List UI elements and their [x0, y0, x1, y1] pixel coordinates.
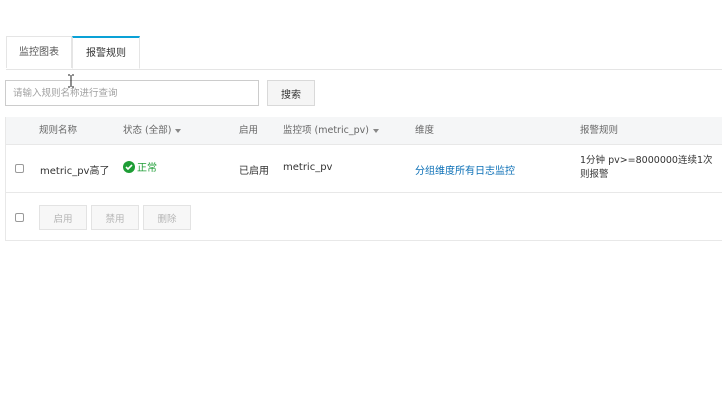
- table-footer: 启用 禁用 删除: [6, 194, 722, 240]
- disable-button[interactable]: 禁用: [91, 205, 139, 230]
- metric-cell: metric_pv: [283, 162, 333, 173]
- header-status-label: 状态 (全部): [123, 125, 172, 136]
- check-circle-icon: [123, 160, 135, 173]
- tab-alert-rules[interactable]: 报警规则: [72, 36, 140, 69]
- chevron-down-icon: [372, 128, 379, 133]
- header-dimension: 维度: [415, 125, 435, 136]
- tab-monitor-charts[interactable]: 监控图表: [6, 36, 72, 68]
- table-row: metric_pv高了 正常 已启用 metric_pv 分组维度所有日志监控 …: [6, 145, 722, 193]
- table-header: 规则名称 状态 (全部) 启用 监控项 (metric_pv) 维度 报警规则: [6, 117, 722, 145]
- tab-bar: 监控图表 报警规则: [6, 36, 722, 70]
- header-enabled: 启用: [239, 125, 259, 136]
- alert-rules-page: 监控图表 报警规则 搜索 规则名称 状态 (全部) 启用 监控项 (metric…: [0, 0, 722, 398]
- status-text: 正常: [137, 163, 157, 174]
- search-button[interactable]: 搜索: [267, 80, 315, 106]
- header-rule-name: 规则名称: [39, 125, 78, 136]
- delete-button[interactable]: 删除: [143, 205, 191, 230]
- row-checkbox[interactable]: [15, 164, 24, 173]
- search-input[interactable]: [5, 80, 259, 106]
- alert-rule-cell: 1分钟 pv>=8000000连续1次 则报警: [580, 155, 713, 180]
- header-alert-rule: 报警规则: [580, 125, 619, 136]
- status-badge: 正常: [123, 159, 157, 174]
- header-metric-filter[interactable]: 监控项 (metric_pv): [283, 117, 379, 144]
- dimension-link[interactable]: 分组维度所有日志监控: [415, 162, 515, 177]
- text-cursor-icon: [68, 74, 74, 88]
- rule-name-cell: metric_pv高了: [40, 166, 110, 177]
- chevron-down-icon: [175, 128, 182, 133]
- rules-table: 规则名称 状态 (全部) 启用 监控项 (metric_pv) 维度 报警规则 …: [5, 117, 722, 241]
- select-all-checkbox[interactable]: [15, 213, 24, 222]
- header-status-filter[interactable]: 状态 (全部): [123, 117, 182, 144]
- header-metric-label: 监控项 (metric_pv): [283, 125, 369, 136]
- enable-button[interactable]: 启用: [39, 205, 87, 230]
- enabled-cell: 已启用: [239, 166, 269, 177]
